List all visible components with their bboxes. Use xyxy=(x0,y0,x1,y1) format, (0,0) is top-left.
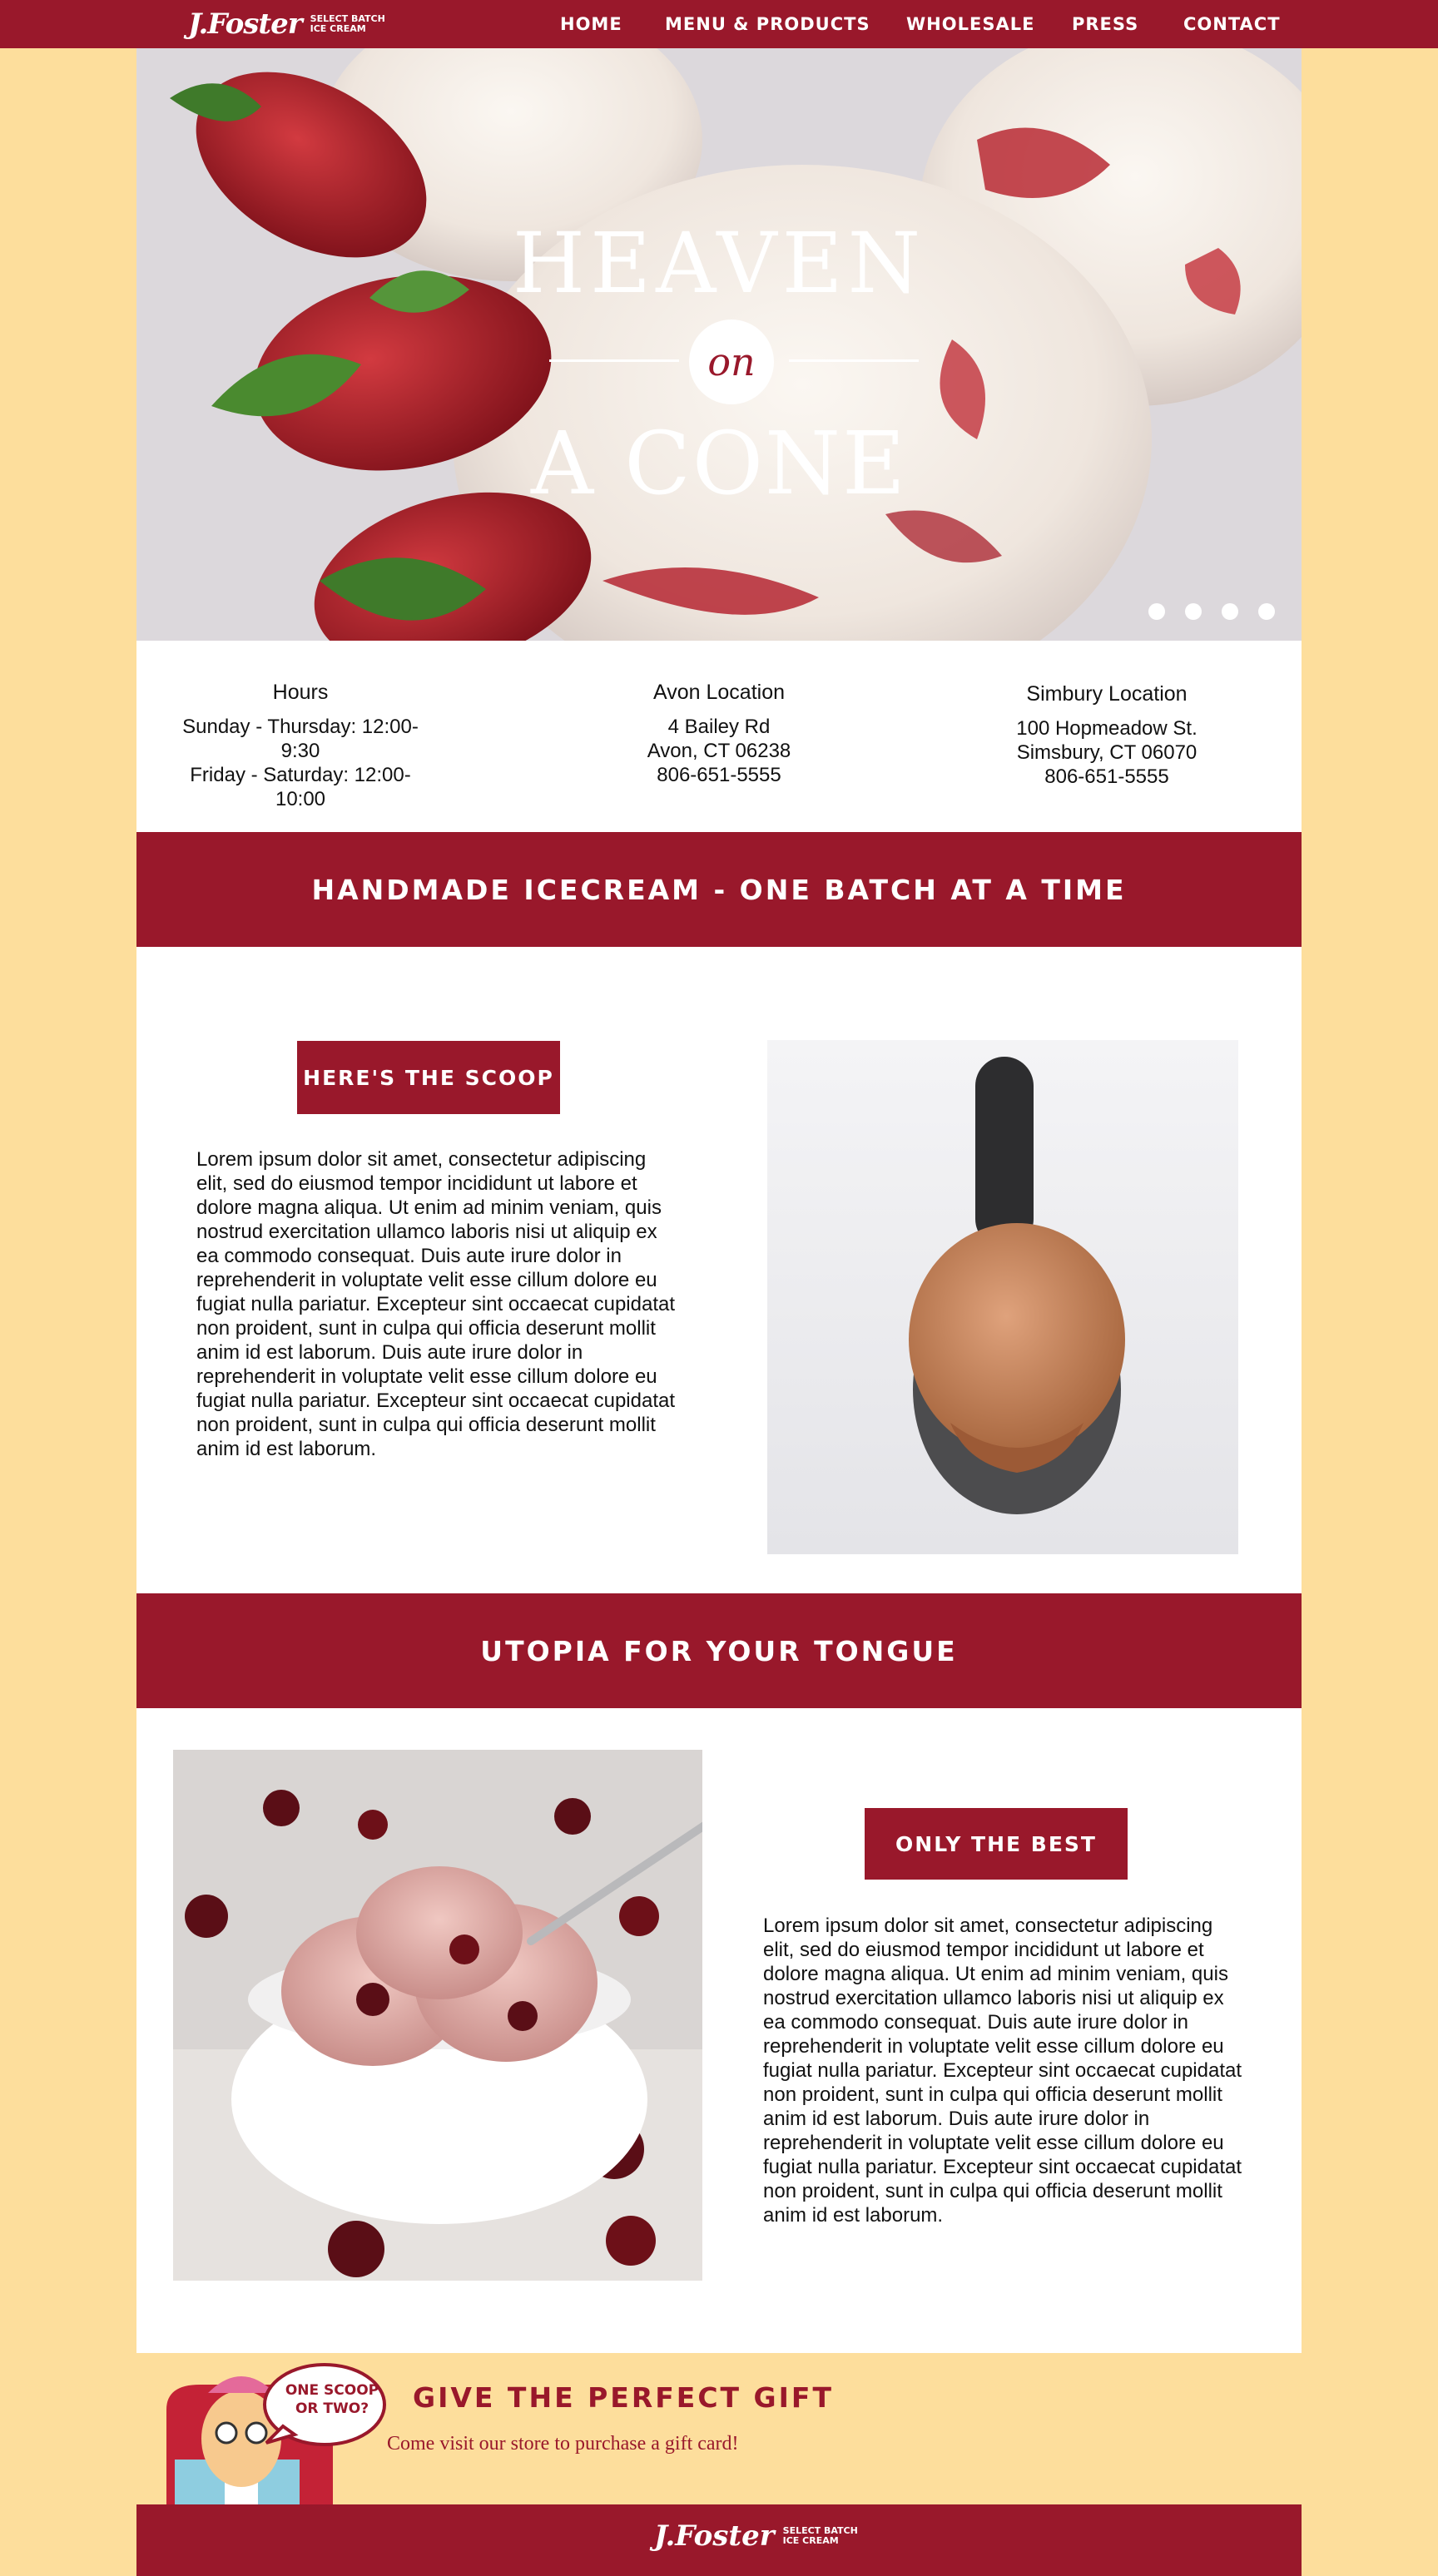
avon-phone[interactable]: 806-651-5555 xyxy=(594,763,844,787)
brand-logo[interactable]: J.Foster SELECT BATCH ICE CREAM xyxy=(188,0,385,48)
simbury-address-line: Simsbury, CT 06070 xyxy=(1016,741,1198,764)
cherry-ice-cream-bowl-image xyxy=(173,1750,702,2281)
slider-dot-4[interactable] xyxy=(1258,603,1275,620)
hours-block: Hours Sunday - Thursday: 12:00-9:30 Frid… xyxy=(180,641,421,811)
logo-script: J.Foster xyxy=(188,7,303,41)
logo-tag-line-2: ICE CREAM xyxy=(310,23,366,34)
main-content: Hours Sunday - Thursday: 12:00-9:30 Frid… xyxy=(136,641,1302,2353)
chocolate-ice-cream-scoop-image xyxy=(767,1040,1238,1554)
logo-tagline: SELECT BATCH ICE CREAM xyxy=(310,14,385,34)
nav-home[interactable]: HOME xyxy=(560,12,622,37)
hero-rule-left xyxy=(549,359,679,362)
hours-line: Sunday - Thursday: 12:00-9:30 xyxy=(182,716,419,762)
avon-address-line: 4 Bailey Rd xyxy=(667,716,771,738)
footer-logo-tag-line-2: ICE CREAM xyxy=(782,2535,839,2546)
hero-heading-heaven: HEAVEN xyxy=(512,215,926,312)
simbury-phone[interactable]: 806-651-5555 xyxy=(982,765,1232,789)
slider-dots xyxy=(1148,603,1275,620)
slider-dot-3[interactable] xyxy=(1222,603,1238,620)
speech-bubble-line-2: OR TWO? xyxy=(295,2400,369,2417)
gift-heading: GIVE THE PERFECT GIFT xyxy=(413,2381,834,2414)
nav-press[interactable]: PRESS xyxy=(1072,12,1138,37)
simbury-address-line: 100 Hopmeadow St. xyxy=(1016,717,1198,740)
banner-text: HANDMADE ICECREAM - ONE BATCH AT A TIME xyxy=(311,873,1127,906)
only-the-best-label: ONLY THE BEST xyxy=(865,1808,1128,1880)
gift-subtitle: Come visit our store to purchase a gift … xyxy=(387,2433,739,2455)
avon-location-block: Avon Location 4 Bailey Rd Avon, CT 06238… xyxy=(594,641,844,787)
nav-menu-products[interactable]: MENU & PRODUCTS xyxy=(665,12,870,37)
simbury-location-block: Simbury Location 100 Hopmeadow St. Simsb… xyxy=(982,641,1232,789)
hero-rule-right xyxy=(789,359,919,362)
section-banner-handmade: HANDMADE ICECREAM - ONE BATCH AT A TIME xyxy=(136,832,1302,947)
scoop-paragraph: Lorem ipsum dolor sit amet, consectetur … xyxy=(196,1148,676,1460)
mascot-speech-bubble: ONE SCOOP OR TWO? xyxy=(280,2381,384,2418)
footer-logo[interactable]: J.Foster SELECT BATCH ICE CREAM xyxy=(654,2519,858,2553)
hero-slider[interactable]: HEAVEN on A CONE xyxy=(136,48,1302,641)
hero-heading-a-cone: A CONE xyxy=(531,413,907,514)
hours-line: Friday - Saturday: 12:00- 10:00 xyxy=(190,764,411,810)
footer-logo-tagline: SELECT BATCH ICE CREAM xyxy=(783,2526,858,2546)
section-banner-utopia: UTOPIA FOR YOUR TONGUE xyxy=(136,1593,1302,1708)
avon-location-title: Avon Location xyxy=(653,681,785,704)
banner-text: UTOPIA FOR YOUR TONGUE xyxy=(480,1634,958,1667)
hours-title: Hours xyxy=(272,681,329,704)
simbury-location-title: Simbury Location xyxy=(1026,682,1188,706)
nav-wholesale[interactable]: WHOLESALE xyxy=(906,12,1034,37)
heres-the-scoop-label: HERE'S THE SCOOP xyxy=(297,1041,560,1114)
slider-dot-2[interactable] xyxy=(1185,603,1202,620)
avon-address-line: Avon, CT 06238 xyxy=(647,740,791,762)
footer-logo-script: J.Foster xyxy=(654,2519,775,2553)
best-paragraph: Lorem ipsum dolor sit amet, consectetur … xyxy=(763,1915,1242,2227)
slider-dot-1[interactable] xyxy=(1148,603,1165,620)
speech-bubble-line-1: ONE SCOOP xyxy=(285,2382,379,2399)
hero-on-badge: on xyxy=(689,320,774,404)
nav-contact[interactable]: CONTACT xyxy=(1183,12,1281,37)
